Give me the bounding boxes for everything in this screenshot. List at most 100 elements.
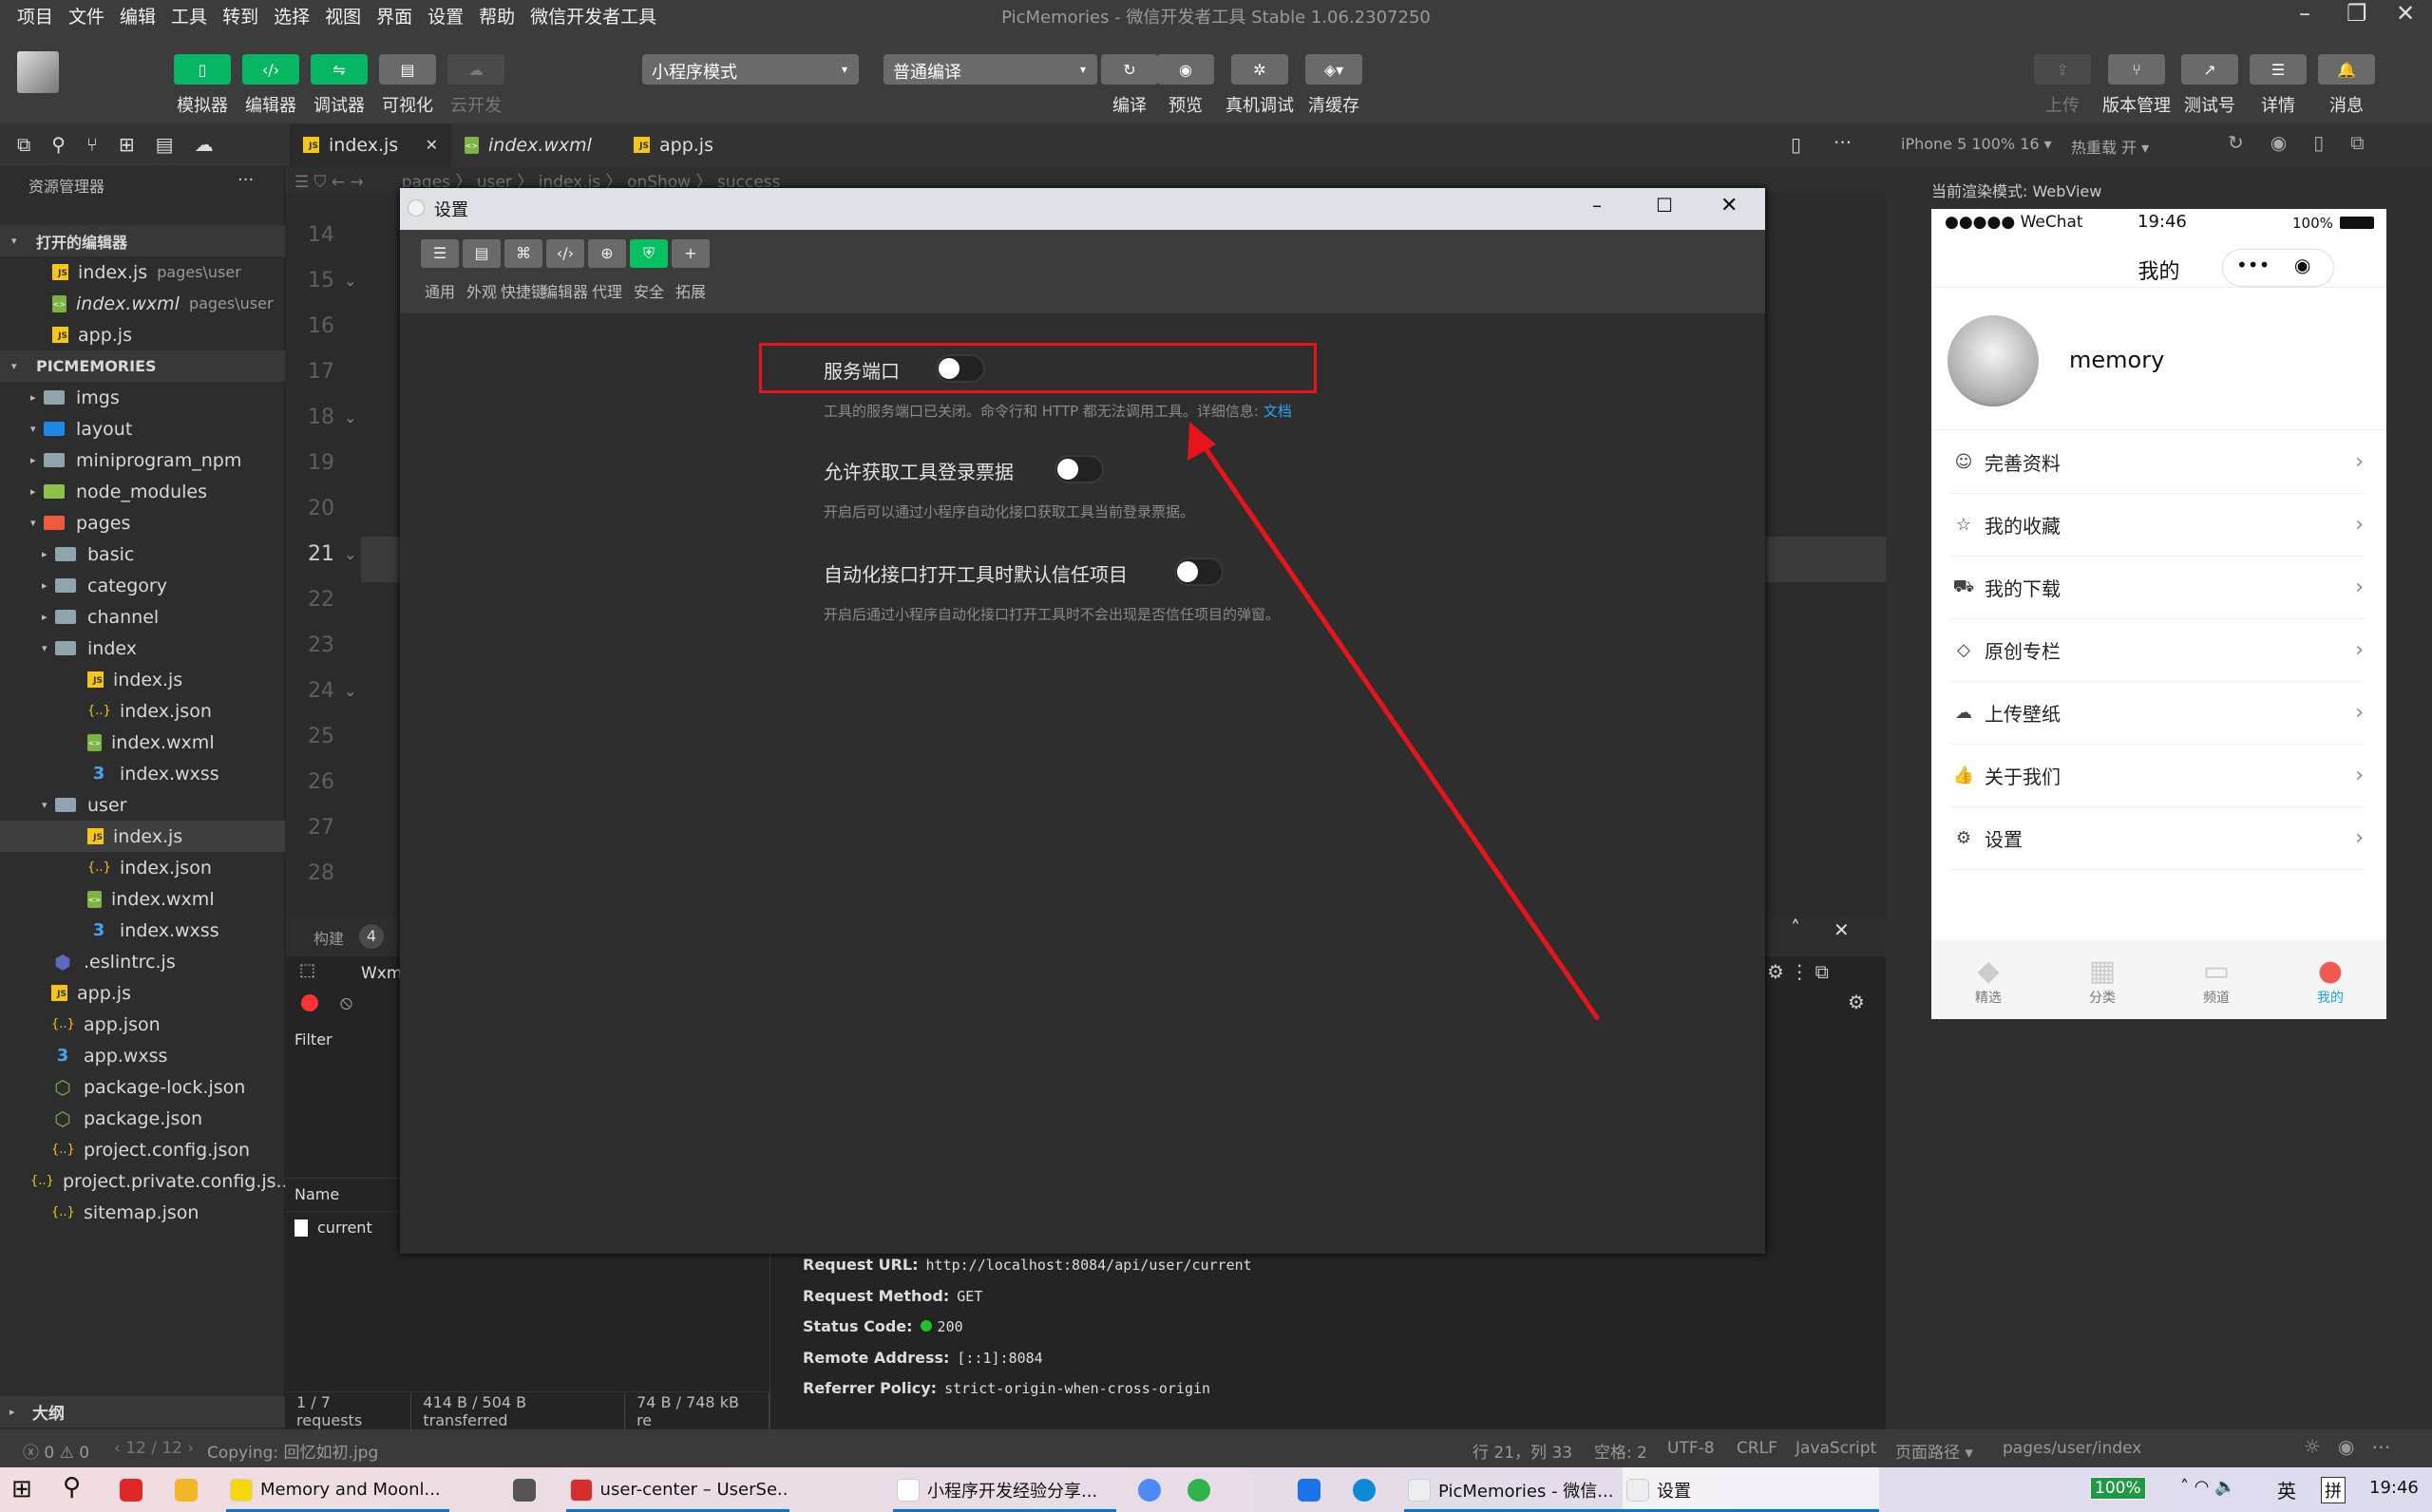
problems-indicator[interactable]: ⓧ 0 ⚠ 0: [23, 1439, 89, 1463]
fold-chevron-icon[interactable]: ⌄: [344, 545, 356, 563]
settings-tab-3[interactable]: ‹/›: [546, 239, 584, 268]
pager[interactable]: ‹ 12 / 12 ›: [114, 1439, 194, 1458]
tree-item[interactable]: ▸ imgs: [0, 382, 285, 413]
request-row[interactable]: current: [294, 1219, 372, 1237]
encoding[interactable]: UTF-8: [1667, 1439, 1715, 1458]
tree-item[interactable]: {..} sitemap.json: [0, 1197, 285, 1228]
hotreload-select[interactable]: 热重载 开 ▾: [2071, 135, 2149, 158]
profile-menu-item[interactable]: ⚙ 设置 ›: [1950, 807, 2364, 870]
layers-button[interactable]: ◈▾: [1305, 54, 1362, 85]
compile-select[interactable]: 普通编译: [884, 54, 1097, 85]
dialog-close-button[interactable]: ✕: [1720, 194, 1738, 217]
tree-item[interactable]: {..} project.private.config.js...: [0, 1165, 285, 1197]
inspect-icon[interactable]: ⬚: [299, 960, 315, 980]
tree-item[interactable]: ⬢ .eslintrc.js: [0, 946, 285, 977]
simulator-controls[interactable]: ↻◉▯⧉: [2228, 131, 2391, 154]
tree-item[interactable]: JS index.js: [0, 821, 285, 852]
tree-item[interactable]: JS app.js: [0, 977, 285, 1009]
taskbar-item[interactable]: user-center – UserSe...: [566, 1467, 789, 1512]
open-editor-item[interactable]: <> index.wxml pages\user: [0, 288, 285, 319]
refresh-button[interactable]: ↻: [1101, 54, 1158, 85]
user-avatar[interactable]: [1948, 315, 2039, 406]
capsule-menu-button[interactable]: ••• ◉: [2222, 249, 2334, 287]
tree-item[interactable]: ⬡ package-lock.json: [0, 1071, 285, 1103]
tree-item[interactable]: JS index.js: [0, 664, 285, 695]
settings-tab-4[interactable]: ⊕: [588, 239, 626, 268]
device-select[interactable]: iPhone 5 100% 16 ▾: [1901, 135, 2052, 153]
clear-icon[interactable]: ⦸: [340, 991, 352, 1013]
section-heading[interactable]: ▾ PICMEMORIES: [0, 350, 285, 382]
tree-item[interactable]: 3 index.wxss: [0, 915, 285, 946]
chrome-icon[interactable]: [1138, 1479, 1161, 1502]
eye-button[interactable]: ◉: [1157, 54, 1214, 85]
settings-tab-6[interactable]: +: [672, 239, 710, 268]
tree-item[interactable]: ▸ category: [0, 570, 285, 601]
bug-button[interactable]: ✲: [1231, 54, 1288, 85]
tree-item[interactable]: ⬡ package.json: [0, 1103, 285, 1134]
external-button[interactable]: ↗: [2181, 54, 2238, 85]
phone-button[interactable]: ▯: [174, 54, 231, 85]
more-icon[interactable]: ···: [1834, 131, 1852, 154]
setting-toggle[interactable]: [1054, 455, 1104, 483]
tree-item[interactable]: 3 app.wxss: [0, 1040, 285, 1071]
language-mode[interactable]: JavaScript: [1796, 1439, 1876, 1458]
open-editor-item[interactable]: JS app.js: [0, 319, 285, 350]
edge-icon[interactable]: [1353, 1479, 1376, 1502]
tree-item[interactable]: {..} app.json: [0, 1009, 285, 1040]
wechat-icon[interactable]: [1188, 1479, 1210, 1502]
tab-index-wxml[interactable]: <> index.wxml: [451, 123, 620, 166]
tree-item[interactable]: ▸ node_modules: [0, 476, 285, 507]
tab-close-icon[interactable]: ✕: [426, 136, 438, 154]
eol[interactable]: CRLF: [1737, 1439, 1777, 1458]
bell-button[interactable]: 🔔: [2318, 54, 2375, 85]
tree-item[interactable]: ▸ basic: [0, 539, 285, 570]
start-icon[interactable]: ⊞: [11, 1475, 32, 1503]
phone-tab-2[interactable]: ▭ 频道: [2159, 954, 2273, 1007]
tray-icons[interactable]: ˄ ◠ 🔈: [2180, 1477, 2236, 1497]
phone-tab-0[interactable]: ◆ 精选: [1931, 954, 2045, 1007]
network-settings-icon[interactable]: ⚙: [1848, 991, 1865, 1013]
branch-button[interactable]: ⑂: [2108, 54, 2165, 85]
record-icon[interactable]: [301, 994, 318, 1011]
tree-item[interactable]: {..} index.json: [0, 695, 285, 727]
setting-toggle[interactable]: [936, 354, 985, 383]
avatar[interactable]: [17, 51, 59, 93]
settings-icon[interactable]: ⚙ ⋮ ⧉: [1767, 960, 1829, 983]
filter-input[interactable]: Filter: [294, 1030, 332, 1049]
docs-link[interactable]: 文档: [1264, 403, 1292, 420]
outline-section[interactable]: ▸ 大纲: [0, 1396, 285, 1427]
tree-item[interactable]: ▸ miniprogram_npm: [0, 444, 285, 476]
profile-menu-item[interactable]: ☆ 我的收藏 ›: [1950, 494, 2364, 557]
dialog-maximize-button[interactable]: ☐: [1656, 194, 1673, 217]
tree-item[interactable]: {..} index.json: [0, 852, 285, 883]
settings-tab-0[interactable]: ☰: [421, 239, 459, 268]
phone-screen[interactable]: ●●●●● WeChat 19:46 100% 我的 ••• ◉ memory …: [1931, 209, 2386, 1019]
file-explorer-icon[interactable]: [175, 1479, 198, 1502]
phone-tab-3[interactable]: ● 我的: [2273, 954, 2387, 1007]
profile-menu-item[interactable]: ☺ 完善资料 ›: [1950, 431, 2364, 494]
settings-tab-1[interactable]: ▤: [463, 239, 501, 268]
fold-chevron-icon[interactable]: ⌄: [344, 682, 356, 700]
layout-button[interactable]: ▤: [379, 54, 436, 85]
fold-chevron-icon[interactable]: ⌄: [344, 272, 356, 290]
app-icon[interactable]: [513, 1479, 536, 1502]
taskbar-item[interactable]: 设置: [1623, 1467, 1879, 1512]
profile-menu-item[interactable]: ⛟ 我的下载 ›: [1950, 557, 2364, 619]
battery-indicator[interactable]: 100%: [2090, 1477, 2146, 1500]
debug-button[interactable]: ⇋: [311, 54, 368, 85]
setting-toggle[interactable]: [1174, 558, 1224, 586]
cloud-button[interactable]: ☁: [447, 54, 504, 85]
fold-chevron-icon[interactable]: ⌄: [344, 408, 356, 426]
wxml-tab[interactable]: Wxm: [361, 964, 402, 983]
tree-item[interactable]: <> index.wxml: [0, 883, 285, 915]
collapse-panel-icon[interactable]: ˄: [1791, 917, 1800, 939]
tab-index-js[interactable]: JS index.js ✕: [290, 123, 451, 166]
explorer-more-button[interactable]: ···: [238, 170, 254, 190]
open-editor-item[interactable]: JS index.js pages\user: [0, 256, 285, 288]
menu-button[interactable]: ☰: [2250, 54, 2307, 85]
tab-app-js[interactable]: JS app.js: [620, 123, 734, 166]
profile-menu-item[interactable]: 👍 关于我们 ›: [1950, 745, 2364, 807]
taskbar-item[interactable]: 小程序开发经验分享...: [893, 1467, 1116, 1512]
minimize-button[interactable]: –: [2299, 0, 2310, 27]
status-icons[interactable]: ☼◉⋯: [2304, 1435, 2407, 1458]
